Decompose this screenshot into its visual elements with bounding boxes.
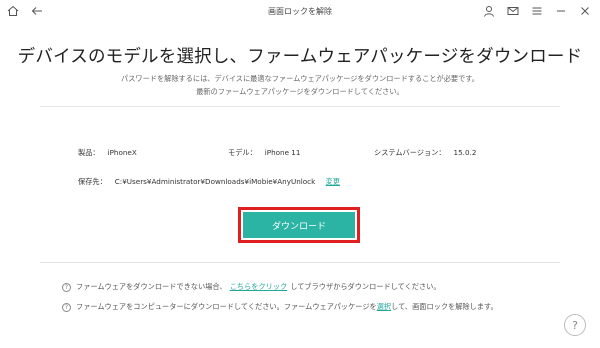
note-select-package: ? ファームウェアをコンピューターにダウンロードしてください。ファームウェアパッ… <box>62 302 498 312</box>
save-location: 保存先： C:¥Users¥Administrator¥Downloads¥iMo… <box>78 177 340 187</box>
mail-icon[interactable] <box>506 4 520 18</box>
minimize-icon[interactable] <box>554 4 568 18</box>
note1-prefix: ファームウェアをダウンロードできない場合、 <box>76 282 227 291</box>
divider-top <box>40 106 560 107</box>
title-bar: 画面ロックを解除 <box>0 0 600 24</box>
question-icon: ? <box>62 282 71 292</box>
download-button-highlight: ダウンロード <box>238 207 360 243</box>
click-here-link[interactable]: こちらをクリック <box>230 282 288 292</box>
question-icon: ? <box>62 302 71 312</box>
model-info: モデル： iPhone 11 <box>228 148 300 158</box>
product-label: 製品： <box>78 148 100 157</box>
version-label: システムバージョン： <box>374 148 446 157</box>
subtitle-line-2: 最新のファームウェアパッケージをダウンロードしてください。 <box>196 87 404 96</box>
save-path: C:¥Users¥Administrator¥Downloads¥iMobie¥… <box>114 177 316 186</box>
note-browser-download: ? ファームウェアをダウンロードできない場合、 こちらをクリック してブラウザか… <box>62 282 441 292</box>
change-path-link[interactable]: 変更 <box>326 177 340 186</box>
user-icon[interactable] <box>482 4 496 18</box>
note2-prefix: ファームウェアをコンピューターにダウンロードしてください。ファームウェアパッケー… <box>76 302 377 311</box>
note1-suffix: してブラウザからダウンロードしてください。 <box>290 282 441 291</box>
close-icon[interactable] <box>578 4 592 18</box>
menu-icon[interactable] <box>530 4 544 18</box>
note2-suffix: して、画面ロックを解除します。 <box>391 302 498 311</box>
save-label: 保存先： <box>78 177 107 186</box>
page-headline: デバイスのモデルを選択し、ファームウェアパッケージをダウンロード <box>17 47 583 67</box>
download-button[interactable]: ダウンロード <box>243 212 355 238</box>
model-label: モデル： <box>228 148 257 157</box>
model-value: iPhone 11 <box>264 148 301 157</box>
help-button[interactable]: ? <box>564 314 586 336</box>
version-info: システムバージョン： 15.0.2 <box>374 148 476 158</box>
subtitle-line-1: パスワードを解除するには、デバイスに最適なファームウェアパッケージをダウンロード… <box>121 74 479 83</box>
version-value: 15.0.2 <box>453 148 477 157</box>
title-bar-right <box>482 4 592 18</box>
divider-bottom <box>40 262 560 263</box>
product-info: 製品： iPhoneX <box>78 148 137 158</box>
select-package-link[interactable]: 選択 <box>377 302 391 312</box>
product-value: iPhoneX <box>107 148 137 157</box>
